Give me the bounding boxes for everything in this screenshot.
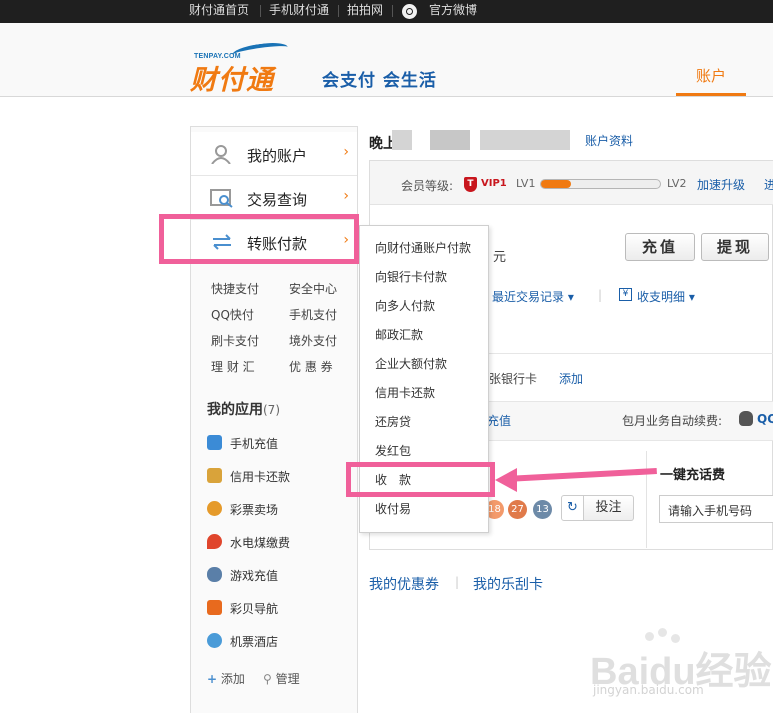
quick-link-overseas-pay[interactable]: 境外支付 — [289, 332, 337, 349]
app-label: 手机充值 — [230, 437, 279, 451]
sidebar-item-my-account[interactable]: 我的账户 › — [191, 132, 357, 176]
manage-apps-button[interactable]: ⚲ 管理 — [263, 670, 300, 687]
app-label: 彩票卖场 — [230, 503, 279, 517]
chevron-right-icon: › — [343, 188, 349, 204]
add-app-button[interactable]: + 添加 — [207, 670, 245, 687]
watermark-url: jingyan.baidu.com — [593, 683, 704, 697]
divider: | — [455, 575, 460, 589]
level-start: LV1 — [516, 177, 536, 190]
nav-tenpay-home[interactable]: 财付通首页 — [189, 0, 249, 23]
nav-paipai[interactable]: 拍拍网 — [347, 0, 383, 23]
menu-item-pay-tenpay-account[interactable]: 向财付通账户付款 — [375, 239, 471, 256]
withdraw-button[interactable]: 提现 — [701, 233, 769, 261]
vip-badge: VIP1 — [481, 178, 507, 189]
chevron-right-icon: › — [343, 144, 349, 160]
income-detail-dropdown[interactable]: 收支明细 ▾ — [637, 288, 695, 305]
menu-item-pay-bank-card[interactable]: 向银行卡付款 — [375, 268, 447, 285]
member-level-label: 会员等级: — [401, 179, 454, 193]
menu-item-mortgage[interactable]: 还房贷 — [375, 413, 411, 430]
quick-link-mobile-pay[interactable]: 手机支付 — [289, 306, 337, 323]
app-label: 彩贝导航 — [230, 602, 279, 616]
sidebar-item-label: 交易查询 — [247, 191, 308, 209]
nav-divider — [392, 5, 393, 17]
app-label: 信用卡还款 — [230, 470, 291, 484]
flame-icon — [207, 534, 222, 549]
lottery-icon — [207, 501, 222, 516]
nav-official-weibo[interactable]: 官方微博 — [429, 0, 477, 23]
level-end: LV2 — [667, 177, 687, 190]
plus-icon: + — [207, 672, 218, 686]
weibo-icon[interactable] — [402, 4, 417, 19]
one-click-recharge-title: 一键充话费 — [660, 468, 726, 483]
redacted-name — [392, 130, 412, 150]
quick-link-wealth[interactable]: 理 财 汇 — [211, 358, 255, 375]
sidebar-item-label: 我的账户 — [247, 147, 308, 165]
phone-number-input[interactable]: 请输入手机号码 — [659, 495, 773, 523]
redacted-name — [430, 130, 470, 150]
qq-service-link[interactable]: QQ — [757, 412, 773, 426]
divider: | — [598, 288, 603, 302]
upgrade-link[interactable]: 加速升级 — [697, 176, 745, 193]
app-label: 机票酒店 — [230, 635, 279, 649]
menu-item-pay-multiple[interactable]: 向多人付款 — [375, 297, 435, 314]
shell-icon — [207, 600, 222, 615]
logo-slogan: 会支付 会生活 — [322, 71, 437, 91]
add-bank-card-link[interactable]: 添加 — [559, 370, 583, 387]
gamepad-icon — [207, 567, 222, 582]
annotation-arrow-head — [495, 468, 517, 492]
app-label: 水电煤缴费 — [230, 536, 291, 550]
quick-link-qq-pay[interactable]: QQ快付 — [211, 306, 254, 323]
wrench-icon: ⚲ — [263, 672, 272, 686]
menu-item-red-packet[interactable]: 发红包 — [375, 442, 411, 459]
tab-account[interactable]: 账户 — [676, 65, 746, 96]
bank-card-count: 张银行卡 — [489, 372, 538, 386]
lottery-ball: 27 — [508, 500, 527, 519]
apps-count: (7) — [263, 403, 280, 417]
my-coupons-link[interactable]: 我的优惠券 — [369, 574, 439, 594]
yuan-icon: ¥ — [619, 288, 632, 301]
menu-item-shoufuyi[interactable]: 收付易 — [375, 500, 411, 517]
nav-mobile-tenpay[interactable]: 手机财付通 — [269, 0, 329, 23]
highlight-box-collect — [346, 462, 495, 497]
recharge-button[interactable]: 充值 — [625, 233, 695, 261]
credit-card-icon — [207, 468, 222, 483]
top-nav-bar: 财付通首页 手机财付通 拍拍网 官方微博 — [0, 0, 773, 23]
watermark-paw — [658, 628, 667, 637]
scratch-card-link[interactable]: 我的乐刮卡 — [473, 574, 543, 594]
menu-item-postal-remittance[interactable]: 邮政汇款 — [375, 326, 423, 343]
nav-divider — [338, 5, 339, 17]
lottery-ball: 13 — [533, 500, 552, 519]
currency-unit: 元 — [493, 250, 507, 265]
account-info-link[interactable]: 账户资料 — [585, 132, 633, 149]
monthly-renew-label: 包月业务自动续费: — [622, 414, 723, 428]
quick-link-security[interactable]: 安全中心 — [289, 280, 337, 297]
phone-charge-icon — [207, 435, 222, 450]
redacted-account — [480, 130, 570, 150]
user-icon — [211, 145, 231, 164]
plane-icon — [207, 633, 222, 648]
vip-shield-icon: T — [464, 177, 477, 192]
refresh-icon[interactable]: ↻ — [561, 495, 584, 521]
menu-item-corporate-payment[interactable]: 企业大额付款 — [375, 355, 447, 372]
app-label: 游戏充值 — [230, 569, 279, 583]
apps-section-title: 我的应用(7) — [207, 399, 280, 419]
nav-divider — [260, 5, 261, 17]
bet-button[interactable]: 投注 — [584, 495, 634, 521]
search-doc-icon — [210, 189, 233, 208]
quick-link-coupons[interactable]: 优 惠 券 — [289, 358, 333, 375]
level-progress-fill — [541, 180, 571, 188]
upgrade-link-truncated[interactable]: 进 — [764, 176, 773, 193]
vertical-divider — [646, 451, 647, 548]
apps-title-text: 我的应用 — [207, 402, 263, 418]
money-bag-icon — [739, 411, 753, 426]
highlight-box-transfer — [159, 214, 359, 264]
menu-item-credit-card-repay[interactable]: 信用卡还款 — [375, 384, 435, 401]
add-label: 添加 — [220, 672, 245, 686]
manage-label: 管理 — [275, 672, 300, 686]
quick-link-quickpay[interactable]: 快捷支付 — [211, 280, 259, 297]
tenpay-logo[interactable]: 财付通 — [190, 58, 274, 97]
recent-trades-dropdown[interactable]: 最近交易记录 ▾ — [492, 288, 574, 305]
recharge-link[interactable]: 充值 — [487, 412, 511, 429]
quick-link-card-pay[interactable]: 刷卡支付 — [211, 332, 259, 349]
